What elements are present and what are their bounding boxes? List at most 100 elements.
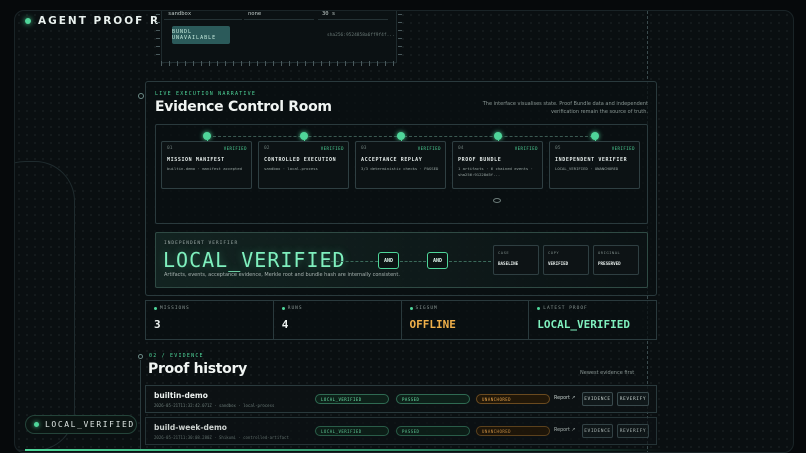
bundle-button[interactable]: BUNDL UNAVAILABLE [172, 26, 230, 44]
config-cell: sandbox [164, 11, 242, 20]
result-badge: PASSED [396, 394, 470, 404]
and-gate: AND [427, 252, 448, 269]
pipeline-steps: 01 VERIFIED MISSION MANIFEST builtin-dem… [155, 124, 648, 224]
stat-sigsum: SIGSUM OFFLINE [402, 301, 530, 339]
logic-wire [400, 261, 426, 262]
step-name: CONTROLLED EXECUTION [264, 157, 337, 163]
verifier-card: COPY VERIFIED [543, 245, 589, 275]
config-cell: none [244, 11, 314, 20]
step-badge: VERIFIED [611, 146, 635, 151]
anchor-badge: UNANCHORED [476, 426, 550, 436]
app-frame: AGENT PROOF RUNTIME sandbox none 30 s BU… [14, 10, 794, 453]
stat-value: LOCAL_VERIFIED [537, 318, 630, 331]
evidence-control-room: LIVE EXECUTION NARRATIVE Evidence Contro… [145, 81, 657, 296]
logic-wire [326, 261, 378, 262]
card-key: CASE [498, 250, 510, 255]
report-link[interactable]: Report ↗ [554, 428, 575, 433]
reverify-button[interactable]: REVERIFY [617, 424, 649, 438]
and-gate: AND [378, 252, 399, 269]
run-meta: 2026-05-21T11:30:08.280Z · Shikumi · con… [154, 435, 289, 440]
mission-name: builtin-demo [154, 391, 208, 400]
timeline-line [140, 360, 141, 450]
stat-label: MISSIONS [160, 306, 190, 311]
connection-status-label: LOCAL_VERIFIED [45, 420, 135, 429]
step-badge: VERIFIED [417, 146, 441, 151]
card-key: COPY [548, 250, 560, 255]
result-badge: PASSED [396, 426, 470, 436]
ruler-ticks [156, 14, 160, 62]
card-value: BASELINE [498, 261, 519, 266]
report-link[interactable]: Report ↗ [554, 396, 575, 401]
step-badge: VERIFIED [320, 146, 344, 151]
verifier-card: CASE BASELINE [493, 245, 539, 275]
accent-bar [25, 449, 665, 451]
verifier-eyebrow: INDEPENDENT VERIFIER [164, 241, 239, 246]
connection-status[interactable]: LOCAL_VERIFIED [25, 415, 137, 434]
card-value: VERIFIED [548, 261, 569, 266]
stat-label: LATEST PROOF [543, 306, 588, 311]
pipeline-step[interactable]: 04 VERIFIED PROOF BUNDLE 1 artifacts · 6… [452, 141, 543, 189]
card-key: ORIGINAL [598, 250, 621, 255]
decorative-curve [15, 161, 75, 451]
run-config-panel: sandbox none 30 s BUNDL UNAVAILABLE sha2… [161, 11, 397, 63]
stat-value: 4 [281, 318, 289, 331]
logic-wire [449, 261, 491, 262]
table-row[interactable]: builtin-demo 2026-05-21T11:32:42.071Z · … [145, 385, 657, 413]
section-eyebrow: LIVE EXECUTION NARRATIVE [155, 91, 257, 97]
step-name: ACCEPTANCE REPLAY [361, 157, 423, 163]
step-detail: LOCAL_VERIFIED · UNANCHORED [555, 166, 619, 171]
config-cell: 30 s [318, 11, 388, 20]
stat-missions: MISSIONS 3 [146, 301, 274, 339]
step-dot-icon [203, 132, 211, 140]
pipeline-step[interactable]: 03 VERIFIED ACCEPTANCE REPLAY 3/3 determ… [355, 141, 446, 189]
step-name: PROOF BUNDLE [458, 157, 502, 163]
history-eyebrow: 02 / EVIDENCE [149, 353, 204, 359]
stat-value: OFFLINE [409, 318, 456, 331]
evidence-button[interactable]: EVIDENCE [582, 392, 613, 406]
stat-runs: RUNS 4 [274, 301, 402, 339]
run-meta: 2026-05-21T11:32:42.071Z · sandbox · loc… [154, 403, 275, 408]
reverify-button[interactable]: REVERIFY [617, 392, 649, 406]
status-dot-icon [409, 307, 413, 310]
ruler-ticks [161, 61, 397, 66]
step-dot-icon [494, 132, 502, 140]
step-badge: VERIFIED [223, 146, 247, 151]
verifier-subtitle: Artifacts, events, acceptance evidence, … [164, 272, 400, 278]
step-detail: builtin-demo · manifest accepted [167, 166, 242, 171]
ruler-ticks [398, 14, 402, 62]
status-dot-icon [537, 307, 541, 310]
verifier-panel: INDEPENDENT VERIFIER LOCAL_VERIFIED Arti… [155, 232, 648, 288]
timeline-node-icon [138, 93, 144, 99]
step-dot-icon [591, 132, 599, 140]
anchor-badge: UNANCHORED [476, 394, 550, 404]
history-title: Proof history [148, 361, 247, 377]
status-dot-icon [25, 18, 31, 24]
eye-icon[interactable] [493, 198, 501, 203]
step-detail: sandbox · local-process [264, 166, 318, 171]
section-description: The interface visualises state. Proof Bu… [482, 101, 648, 115]
step-detail: 1 artifacts · 6 chained events · sha256:… [458, 166, 533, 177]
step-name: MISSION MANIFEST [167, 157, 225, 163]
stat-value: 3 [154, 318, 161, 331]
pipeline-step[interactable]: 02 VERIFIED CONTROLLED EXECUTION sandbox… [258, 141, 349, 189]
step-dot-icon [397, 132, 405, 140]
status-badge: LOCAL_VERIFIED [315, 394, 389, 404]
section-title: Evidence Control Room [155, 99, 332, 115]
stat-latest-proof: LATEST PROOF LOCAL_VERIFIED [529, 301, 656, 339]
bundle-hash: sha256:9524858a6ff9f4f... [327, 33, 395, 38]
stats-bar: MISSIONS 3 RUNS 4 SIGSUM OFFLINE LATEST … [145, 300, 657, 340]
status-dot-icon [154, 307, 157, 310]
status-badge: LOCAL_VERIFIED [315, 426, 389, 436]
step-detail: 3/3 deterministic checks · PASSED [361, 166, 439, 171]
history-sort-note: Newest evidence first [580, 370, 635, 376]
pipeline-step[interactable]: 01 VERIFIED MISSION MANIFEST builtin-dem… [161, 141, 252, 189]
mission-name: build-week-demo [154, 423, 227, 432]
step-dot-icon [300, 132, 308, 140]
pipeline-step[interactable]: 05 VERIFIED INDEPENDENT VERIFIER LOCAL_V… [549, 141, 640, 189]
step-badge: VERIFIED [514, 146, 538, 151]
evidence-button[interactable]: EVIDENCE [582, 424, 613, 438]
verifier-card: ORIGINAL PRESERVED [593, 245, 639, 275]
card-value: PRESERVED [598, 261, 621, 266]
timeline-node-icon [138, 354, 143, 359]
table-row[interactable]: build-week-demo 2026-05-21T11:30:08.280Z… [145, 417, 657, 445]
